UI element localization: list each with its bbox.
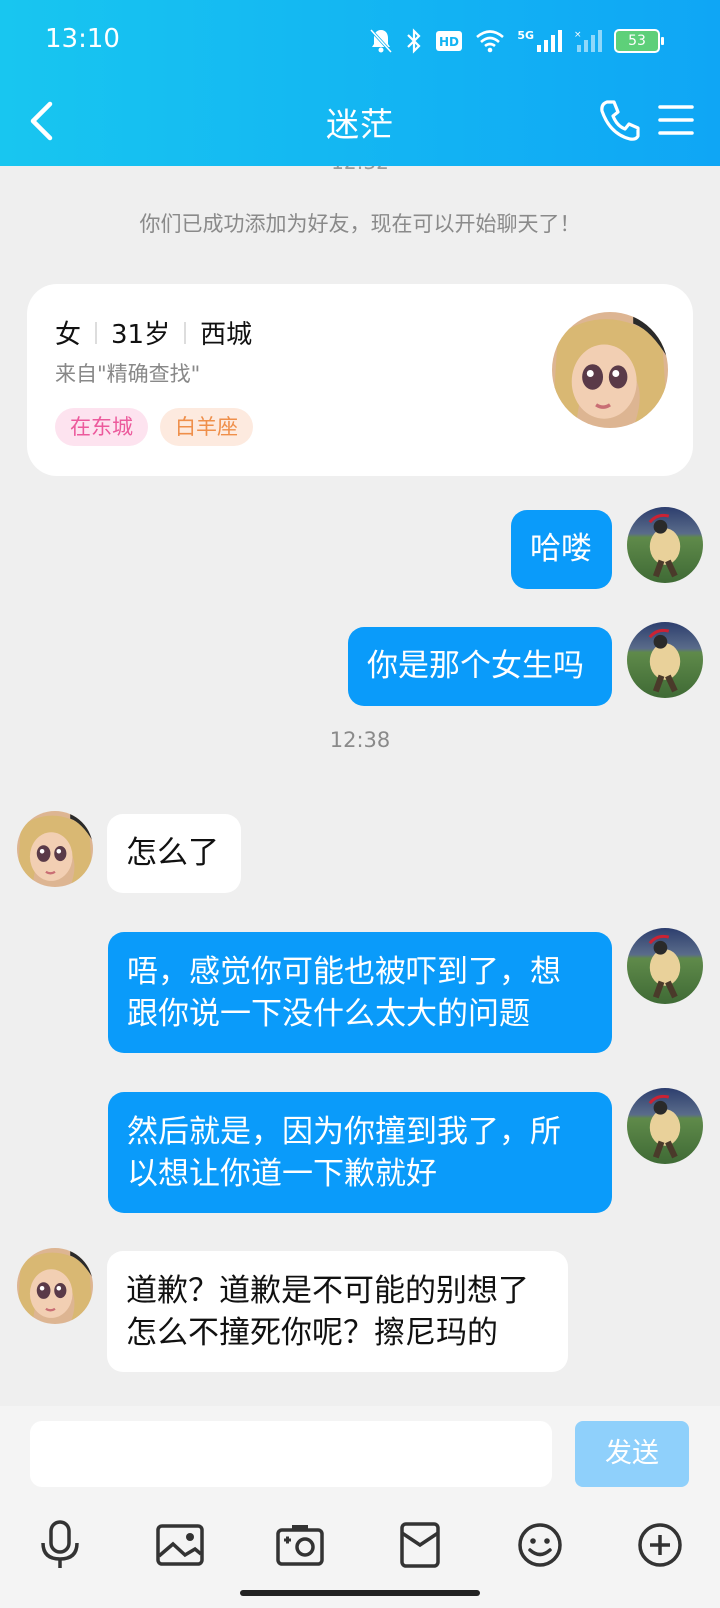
red-packet-button[interactable] bbox=[389, 1514, 451, 1576]
camera-icon bbox=[276, 1525, 324, 1566]
profile-tag: 在东城 bbox=[55, 408, 148, 446]
call-button[interactable] bbox=[598, 98, 642, 142]
menu-button[interactable] bbox=[656, 100, 696, 140]
camera-button[interactable] bbox=[269, 1514, 331, 1576]
friend-profile-card[interactable]: 女 31岁 西城 来自"精确查找" 在东城 白羊座 bbox=[27, 284, 693, 476]
hd-icon: HD bbox=[436, 31, 463, 51]
image-icon bbox=[156, 1524, 204, 1566]
emoji-button[interactable] bbox=[509, 1514, 571, 1576]
profile-location: 西城 bbox=[200, 320, 253, 350]
signal-icon bbox=[537, 30, 562, 52]
more-button[interactable] bbox=[629, 1514, 691, 1576]
message-line: 道歉？道歉是不可能的别想了 bbox=[126, 1273, 529, 1309]
contact-avatar[interactable] bbox=[17, 1248, 93, 1324]
profile-source: 来自"精确查找" bbox=[55, 362, 201, 386]
voice-button[interactable] bbox=[29, 1514, 91, 1576]
my-avatar[interactable] bbox=[627, 928, 703, 1004]
divider bbox=[184, 321, 187, 344]
menu-icon bbox=[658, 105, 694, 135]
status-time: 13:10 bbox=[45, 24, 120, 54]
album-button[interactable] bbox=[149, 1514, 211, 1576]
my-avatar[interactable] bbox=[627, 1088, 703, 1164]
nav-bar: 迷茫 bbox=[0, 84, 720, 166]
message-line: 跟你说一下没什么太大的问题 bbox=[127, 996, 530, 1032]
emoji-icon bbox=[518, 1523, 562, 1567]
input-toolbar bbox=[0, 1514, 720, 1584]
message-line: 唔，感觉你可能也被吓到了，想 bbox=[127, 954, 561, 990]
input-area: 发送 bbox=[0, 1406, 720, 1608]
message-line: 然后就是，因为你撞到我了，所 bbox=[127, 1114, 561, 1150]
profile-gender: 女 bbox=[55, 320, 82, 350]
timestamp: 12:38 bbox=[329, 728, 391, 752]
profile-basic-info: 女 31岁 西城 bbox=[55, 314, 252, 351]
plus-icon bbox=[638, 1523, 682, 1567]
battery-indicator: 53 bbox=[614, 29, 664, 53]
timestamp: 12:32 bbox=[0, 166, 720, 174]
message-bubble-mine[interactable]: 你是那个女生吗 bbox=[348, 627, 612, 706]
status-icons: HD 5G × 53 bbox=[369, 26, 664, 56]
contact-avatar[interactable] bbox=[17, 811, 93, 887]
profile-tag: 白羊座 bbox=[160, 408, 253, 446]
bluetooth-icon bbox=[407, 28, 421, 54]
message-bubble-mine[interactable]: 哈喽 bbox=[511, 510, 612, 589]
profile-avatar[interactable] bbox=[552, 312, 668, 428]
microphone-icon bbox=[41, 1520, 79, 1568]
my-avatar[interactable] bbox=[627, 507, 703, 583]
system-message: 你们已成功添加为好友，现在可以开始聊天了！ bbox=[139, 212, 581, 236]
message-line: 怎么不撞死你呢？擦尼玛的 bbox=[126, 1315, 498, 1351]
message-bubble-mine[interactable]: 唔，感觉你可能也被吓到了，想 跟你说一下没什么太大的问题 bbox=[108, 932, 612, 1053]
message-bubble-contact[interactable]: 道歉？道歉是不可能的别想了 怎么不撞死你呢？擦尼玛的 bbox=[107, 1251, 568, 1372]
message-line: 以想让你道一下歉就好 bbox=[127, 1156, 437, 1192]
my-avatar[interactable] bbox=[627, 622, 703, 698]
phone-icon bbox=[600, 100, 640, 141]
profile-age: 31岁 bbox=[111, 320, 171, 350]
signal-weak-icon: × bbox=[574, 30, 602, 52]
message-bubble-mine[interactable]: 然后就是，因为你撞到我了，所 以想让你道一下歉就好 bbox=[108, 1092, 612, 1213]
status-bar: 13:10 HD 5G × 53 bbox=[0, 0, 720, 84]
chat-header: 13:10 HD 5G × 53 迷茫 bbox=[0, 0, 720, 166]
svg-text:HD: HD bbox=[439, 35, 459, 49]
red-packet-icon bbox=[400, 1522, 440, 1568]
profile-tags: 在东城 白羊座 bbox=[55, 408, 253, 446]
chat-messages-area[interactable]: 12:32 你们已成功添加为好友，现在可以开始聊天了！ 女 31岁 西城 来自"… bbox=[0, 166, 720, 1406]
home-indicator[interactable] bbox=[240, 1590, 480, 1596]
mute-bell-icon bbox=[370, 28, 393, 54]
svg-text:×: × bbox=[574, 30, 582, 40]
message-bubble-contact[interactable]: 怎么了 bbox=[107, 814, 241, 893]
message-input[interactable] bbox=[30, 1421, 552, 1487]
send-button[interactable]: 发送 bbox=[575, 1421, 689, 1487]
divider bbox=[95, 321, 98, 344]
wifi-icon bbox=[476, 30, 505, 53]
network-type: 5G bbox=[517, 28, 534, 42]
